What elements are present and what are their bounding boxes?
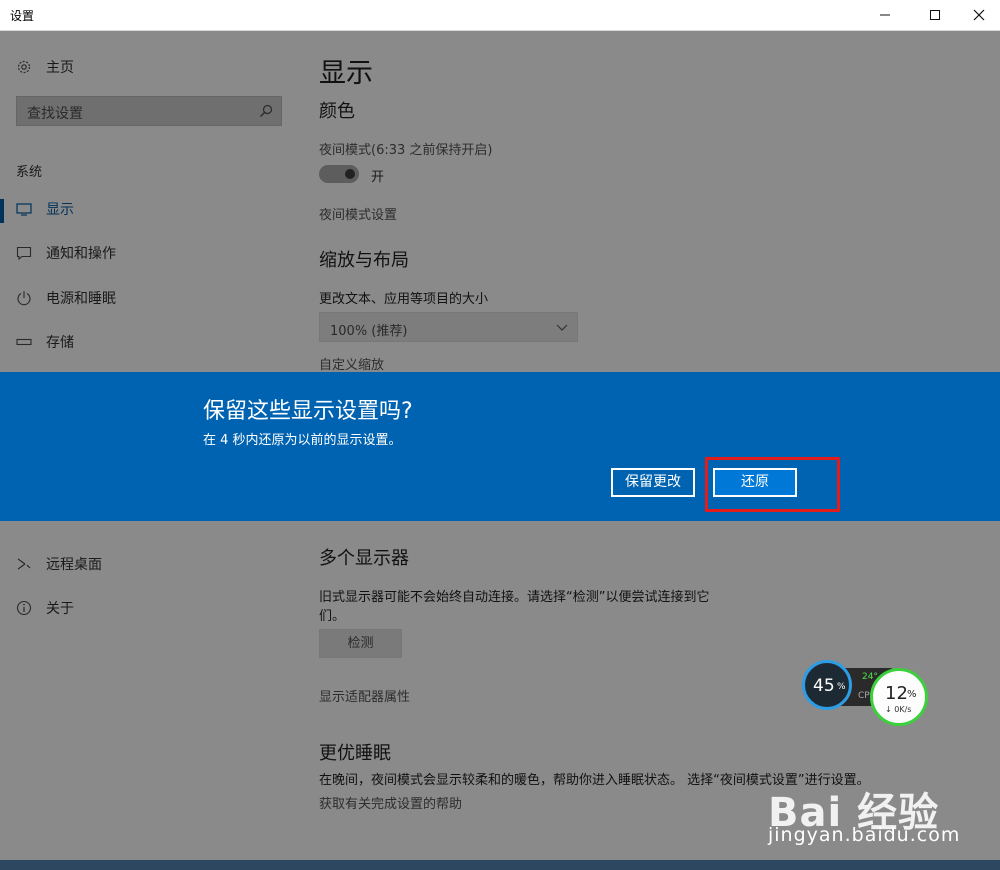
sidebar-home[interactable]: 主页 bbox=[16, 57, 74, 77]
highlight-box bbox=[705, 457, 840, 512]
keep-changes-button[interactable]: 保留更改 bbox=[611, 468, 695, 497]
monitor-icon bbox=[16, 203, 32, 216]
settings-content: 主页 查找设置 系统 显示 通知和操作 电源和睡眠 存储 远程桌面 关于 显示 … bbox=[0, 31, 1000, 870]
multi-display-desc-cont: 们。 bbox=[319, 609, 346, 624]
sidebar-item-label: 电源和睡眠 bbox=[46, 291, 116, 307]
cpu-usage-value: 45 bbox=[813, 676, 835, 696]
gear-icon bbox=[17, 60, 31, 74]
night-mode-toggle-state: 开 bbox=[371, 170, 385, 185]
dialog-title: 保留这些显示设置吗? bbox=[203, 399, 413, 424]
sleep-help-link[interactable]: 获取有关完成设置的帮助 bbox=[319, 793, 462, 812]
color-section-header: 颜色 bbox=[319, 101, 355, 122]
sidebar-item-label: 通知和操作 bbox=[46, 246, 116, 262]
search-placeholder: 查找设置 bbox=[27, 106, 83, 122]
minimize-icon bbox=[880, 14, 890, 16]
night-mode-settings-link[interactable]: 夜间模式设置 bbox=[319, 204, 397, 223]
sidebar-item-notifications[interactable]: 通知和操作 bbox=[16, 243, 116, 263]
sidebar-item-label: 显示 bbox=[46, 202, 74, 218]
window-title: 设置 bbox=[10, 9, 35, 23]
performance-widget[interactable]: 24° CPU 45 % 12 % ↓ 0K/s bbox=[800, 658, 930, 733]
cpu-usage-unit: % bbox=[837, 682, 846, 692]
close-icon bbox=[973, 9, 985, 21]
sidebar-item-power[interactable]: 电源和睡眠 bbox=[16, 288, 116, 308]
scale-label: 更改文本、应用等项目的大小 bbox=[319, 292, 489, 307]
sidebar-item-label: 远程桌面 bbox=[46, 557, 102, 573]
active-indicator bbox=[0, 199, 4, 223]
memory-usage-unit: % bbox=[907, 689, 917, 700]
watermark-url: jingyan.baidu.com bbox=[768, 824, 961, 846]
chevron-down-icon bbox=[556, 324, 568, 331]
detect-button[interactable]: 检测 bbox=[319, 629, 402, 658]
minimize-button[interactable] bbox=[862, 0, 908, 30]
custom-scale-link[interactable]: 自定义缩放 bbox=[319, 354, 384, 373]
notification-icon bbox=[16, 246, 32, 261]
power-icon bbox=[17, 291, 31, 306]
display-adapter-link[interactable]: 显示适配器属性 bbox=[319, 686, 410, 705]
cpu-usage-gauge: 45 % bbox=[802, 660, 852, 710]
sidebar-item-display[interactable]: 显示 bbox=[16, 199, 74, 219]
sleep-section-header: 更优睡眠 bbox=[319, 743, 391, 764]
scale-dropdown-value: 100% (推荐) bbox=[330, 324, 408, 339]
search-icon bbox=[260, 104, 273, 117]
toggle-knob bbox=[345, 169, 355, 179]
memory-usage-value: 12 bbox=[885, 683, 908, 704]
scale-section-header: 缩放与布局 bbox=[319, 250, 409, 271]
search-input[interactable]: 查找设置 bbox=[16, 96, 282, 126]
maximize-icon bbox=[930, 10, 940, 20]
multi-display-desc: 旧式显示器可能不会始终自动连接。请选择“检测”以便尝试连接到它 bbox=[319, 590, 710, 605]
sidebar-item-storage[interactable]: 存储 bbox=[16, 332, 74, 352]
dialog-message: 在 4 秒内还原为以前的显示设置。 bbox=[203, 433, 402, 448]
sidebar-item-label: 存储 bbox=[46, 335, 74, 351]
memory-usage-gauge: 12 % ↓ 0K/s bbox=[870, 668, 928, 726]
sidebar-item-label: 关于 bbox=[46, 601, 74, 617]
sidebar-home-label: 主页 bbox=[46, 60, 74, 76]
sidebar-item-remote-desktop[interactable]: 远程桌面 bbox=[16, 554, 102, 574]
info-icon bbox=[16, 600, 32, 616]
scale-dropdown[interactable]: 100% (推荐) bbox=[319, 312, 578, 342]
night-mode-toggle[interactable] bbox=[319, 165, 359, 183]
sidebar-section-title: 系统 bbox=[16, 165, 43, 180]
multi-display-header: 多个显示器 bbox=[319, 548, 409, 569]
keep-display-settings-dialog: 保留这些显示设置吗? 在 4 秒内还原为以前的显示设置。 保留更改 还原 bbox=[0, 372, 1000, 521]
title-bar: 设置 bbox=[0, 0, 1000, 31]
night-mode-label: 夜间模式(6:33 之前保持开启) bbox=[319, 143, 493, 158]
page-title: 显示 bbox=[319, 58, 373, 89]
sidebar-item-about[interactable]: 关于 bbox=[16, 598, 74, 618]
maximize-button[interactable] bbox=[912, 0, 958, 30]
close-button[interactable] bbox=[956, 0, 1000, 30]
baidu-watermark: Bai 经验 jingyan.baidu.com bbox=[768, 780, 988, 846]
storage-icon bbox=[16, 338, 32, 346]
remote-desktop-icon bbox=[17, 558, 31, 570]
network-speed: ↓ 0K/s bbox=[885, 705, 912, 714]
desktop-edge bbox=[0, 860, 1000, 870]
